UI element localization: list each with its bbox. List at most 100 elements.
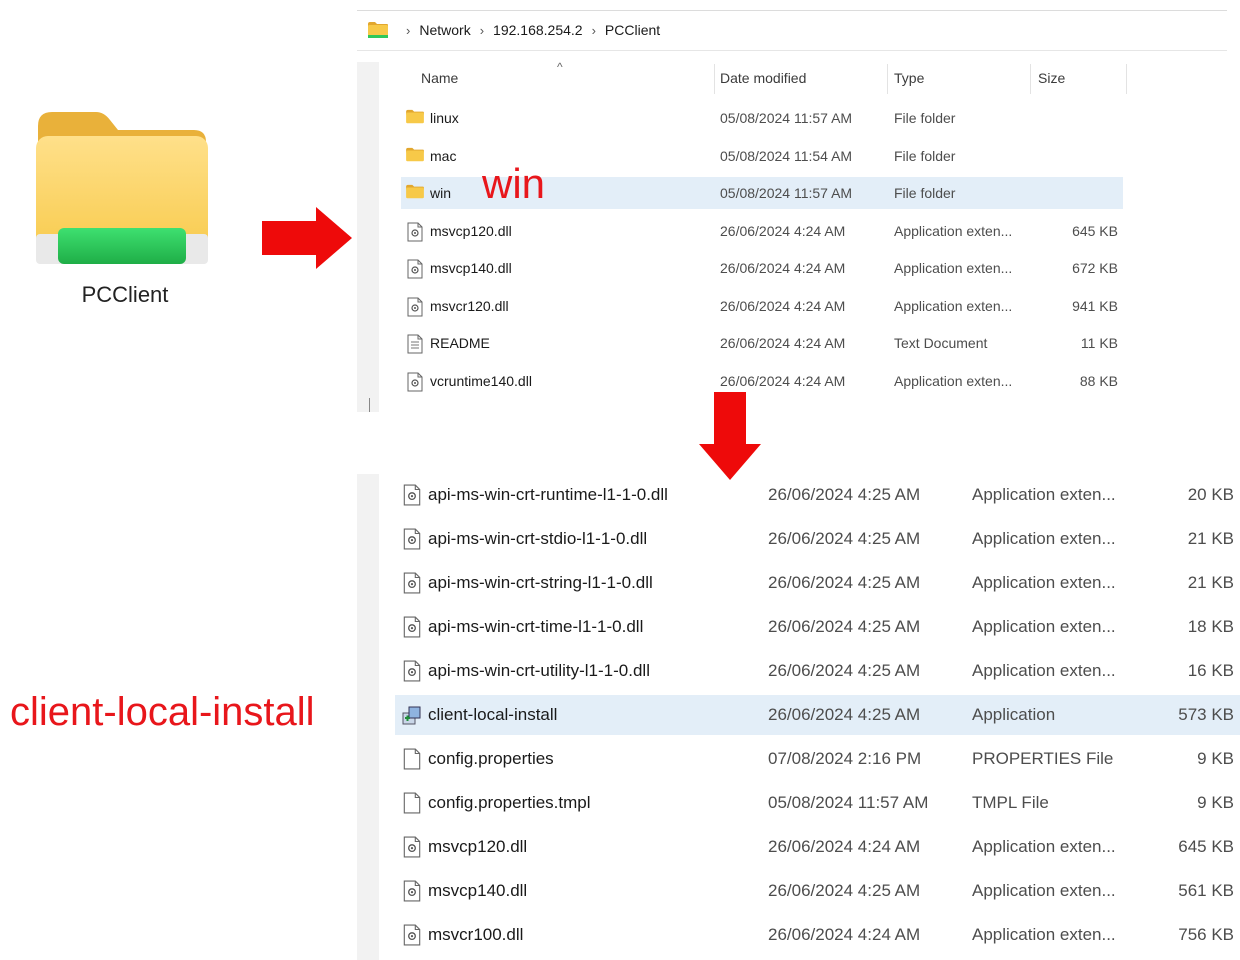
file-name: vcruntime140.dll: [430, 372, 532, 389]
file-row-config-properties[interactable]: config.properties 07/08/2024 2:16 PM PROPE…: [395, 739, 1240, 779]
file-name: linux: [430, 110, 459, 126]
file-type: Application exten...: [894, 222, 1013, 239]
dll-file-icon: [401, 572, 423, 594]
file-type: Application exten...: [972, 485, 1116, 504]
file-name: config.properties.tmpl: [428, 793, 591, 812]
breadcrumb-item-host[interactable]: 192.168.254.2: [493, 22, 583, 38]
file-size: 645 KB: [1072, 222, 1118, 239]
file-type: Application exten...: [894, 260, 1013, 276]
breadcrumb-item-network[interactable]: Network: [419, 22, 470, 38]
file-name: api-ms-win-crt-string-l1-1-0.dll: [428, 573, 653, 592]
file-row-msvcp120-dll[interactable]: msvcp120.dll 26/06/2024 4:24 AM Applicatio…: [401, 215, 1123, 247]
file-name: msvcp140.dll: [428, 881, 528, 900]
file-row-api-ms-win-crt-string-l1-1-0-dll[interactable]: api-ms-win-crt-string-l1-1-0.dll 26/06/20…: [395, 563, 1240, 603]
file-type: Application exten...: [972, 925, 1116, 944]
column-header-date[interactable]: Date modified: [720, 70, 806, 86]
file-size: 18 KB: [1187, 617, 1234, 636]
sort-ascending-icon: ^: [557, 60, 563, 74]
folder-icon: [405, 109, 427, 127]
dll-file-icon: [401, 924, 423, 946]
breadcrumb-item-pcclient[interactable]: PCClient: [605, 22, 660, 38]
bottom-explorer-window: api-ms-win-crt-runtime-l1-1-0.dll 26/06/2…: [357, 474, 1240, 960]
file-size: 645 KB: [1178, 837, 1234, 856]
file-date: 26/06/2024 4:25 AM: [768, 881, 921, 900]
file-type: PROPERTIES File: [972, 749, 1114, 768]
file-type: Application exten...: [972, 573, 1116, 592]
file-row-msvcp140-dll[interactable]: msvcp140.dll 26/06/2024 4:25 AM Applicatio…: [395, 871, 1240, 911]
folder-icon: [405, 184, 427, 202]
file-row-msvcr120-dll[interactable]: msvcr120.dll 26/06/2024 4:24 AM Applicatio…: [401, 290, 1123, 322]
blank-file-icon: [401, 792, 423, 814]
file-row-config-properties-tmpl[interactable]: config.properties.tmpl 05/08/2024 11:57 A…: [395, 783, 1240, 823]
column-header-name[interactable]: Name: [421, 70, 458, 86]
file-date: 26/06/2024 4:24 AM: [768, 925, 921, 944]
file-name: api-ms-win-crt-utility-l1-1-0.dll: [428, 661, 650, 680]
file-row-client-local-install[interactable]: client-local-install 26/06/2024 4:25 AM Ap…: [395, 695, 1240, 735]
file-row-msvcr100-dll[interactable]: msvcr100.dll 26/06/2024 4:24 AM Applicatio…: [395, 915, 1240, 955]
file-row-api-ms-win-crt-stdio-l1-1-0-dll[interactable]: api-ms-win-crt-stdio-l1-1-0.dll 26/06/202…: [395, 519, 1240, 559]
file-name: msvcr100.dll: [428, 925, 524, 944]
file-date: 26/06/2024 4:25 AM: [768, 485, 921, 504]
file-size: 88 KB: [1079, 372, 1118, 389]
file-type: Application exten...: [972, 837, 1116, 856]
file-size: 561 KB: [1178, 881, 1234, 900]
dll-file-icon: [405, 259, 427, 279]
file-row-api-ms-win-crt-time-l1-1-0-dll[interactable]: api-ms-win-crt-time-l1-1-0.dll 26/06/2024…: [395, 607, 1240, 647]
file-date: 26/06/2024 4:25 AM: [768, 661, 921, 680]
file-name: client-local-install: [428, 705, 558, 724]
file-type: Application exten...: [972, 881, 1116, 900]
file-date: 26/06/2024 4:24 AM: [720, 222, 846, 239]
file-name: api-ms-win-crt-time-l1-1-0.dll: [428, 617, 644, 636]
pcclient-folder-icon[interactable]: [34, 110, 210, 272]
file-date: 26/06/2024 4:24 AM: [720, 335, 846, 351]
file-name: mac: [430, 147, 457, 164]
down-arrow-icon: [699, 392, 761, 480]
file-row-readme[interactable]: README 26/06/2024 4:24 AM Text Document 11 …: [401, 327, 1123, 359]
folder-icon: [405, 147, 427, 165]
file-size: 9 KB: [1197, 793, 1234, 812]
dll-file-icon: [401, 616, 423, 638]
file-date: 26/06/2024 4:24 AM: [720, 372, 846, 389]
file-row-api-ms-win-crt-utility-l1-1-0-dll[interactable]: api-ms-win-crt-utility-l1-1-0.dll 26/06/2…: [395, 651, 1240, 691]
file-date: 05/08/2024 11:57 AM: [720, 110, 853, 126]
file-row-msvcp120-dll[interactable]: msvcp120.dll 26/06/2024 4:24 AM Applicatio…: [395, 827, 1240, 867]
file-size: 21 KB: [1187, 529, 1234, 548]
file-name: config.properties: [428, 749, 554, 768]
chevron-right-icon: ›: [591, 22, 596, 38]
file-name: msvcp120.dll: [428, 837, 528, 856]
navigation-pane-edge: [357, 62, 379, 412]
file-row-linux[interactable]: linux 05/08/2024 11:57 AM File folder: [401, 102, 1123, 134]
file-name: api-ms-win-crt-runtime-l1-1-0.dll: [428, 485, 668, 504]
column-header-type[interactable]: Type: [894, 70, 924, 86]
file-type: File folder: [894, 185, 956, 201]
navigation-pane-edge: [357, 474, 379, 960]
file-type: Application exten...: [972, 529, 1116, 548]
file-type: Application exten...: [894, 372, 1013, 389]
column-header-size[interactable]: Size: [1038, 70, 1065, 86]
chevron-right-icon: ›: [406, 22, 411, 38]
file-date: 26/06/2024 4:25 AM: [768, 573, 921, 592]
chevron-right-icon: ›: [479, 22, 485, 38]
pcclient-folder-label: PCClient: [81, 282, 169, 307]
file-row-api-ms-win-crt-runtime-l1-1-0-dll[interactable]: api-ms-win-crt-runtime-l1-1-0.dll 26/06/2…: [395, 475, 1240, 515]
file-size: 16 KB: [1187, 661, 1234, 680]
file-name: msvcp140.dll: [430, 260, 512, 276]
dll-file-icon: [401, 836, 423, 858]
right-arrow-icon: [262, 207, 352, 269]
file-date: 26/06/2024 4:25 AM: [768, 529, 921, 548]
file-size: 21 KB: [1187, 573, 1234, 592]
dll-file-icon: [405, 297, 427, 316]
file-type: File folder: [894, 110, 956, 126]
dll-file-icon: [401, 660, 423, 682]
file-date: 26/06/2024 4:25 AM: [768, 617, 921, 636]
file-name: win: [430, 185, 452, 201]
annotation-client-local-install: client-local-install: [10, 690, 315, 734]
file-size: 11 KB: [1080, 335, 1118, 351]
file-row-msvcp140-dll[interactable]: msvcp140.dll 26/06/2024 4:24 AM Applicatio…: [401, 252, 1123, 284]
file-type: Application exten...: [972, 617, 1116, 636]
file-size: 20 KB: [1187, 485, 1234, 504]
file-date: 05/08/2024 11:54 AM: [720, 147, 853, 164]
file-type: Text Document: [894, 335, 988, 351]
file-name: README: [430, 335, 490, 351]
blank-file-icon: [401, 748, 423, 770]
